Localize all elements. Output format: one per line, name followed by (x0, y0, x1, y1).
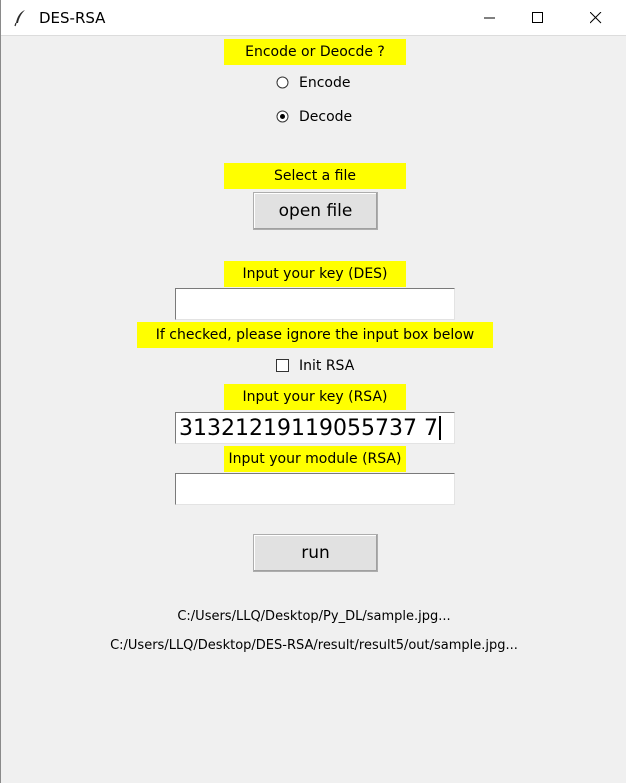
rsa-key-value: 31321219119055737 7 (179, 415, 441, 443)
radio-decode-label: Decode (299, 109, 353, 125)
app-window: DES-RSA Encode or Deocde ? Encode Decode… (0, 0, 626, 783)
maximize-button[interactable] (515, 0, 561, 36)
checkbox-unchecked-icon[interactable] (276, 359, 289, 372)
close-button[interactable] (573, 0, 619, 36)
des-key-label: Input your key (DES) (224, 261, 406, 287)
radio-checked-icon[interactable] (276, 110, 289, 123)
radio-encode[interactable]: Encode (276, 72, 376, 94)
radio-unchecked-icon[interactable] (276, 76, 289, 89)
des-key-input[interactable] (175, 288, 455, 320)
open-file-button[interactable]: open file (253, 192, 378, 230)
rsa-module-label: Input your module (RSA) (224, 446, 406, 472)
mode-prompt-label: Encode or Deocde ? (224, 39, 406, 65)
rsa-module-input[interactable] (175, 473, 455, 505)
input-path-text: C:/Users/LLQ/Desktop/Py_DL/sample.jpg... (177, 609, 451, 624)
radio-decode[interactable]: Decode (276, 106, 376, 128)
init-rsa-label: Init RSA (299, 358, 355, 374)
minimize-button[interactable] (467, 0, 513, 36)
minimize-icon (484, 17, 495, 19)
rsa-note-label: If checked, please ignore the input box … (137, 322, 493, 348)
init-rsa-checkbox[interactable]: Init RSA (276, 355, 386, 377)
rsa-key-input[interactable]: 31321219119055737 7 (175, 412, 455, 444)
output-path-text: C:/Users/LLQ/Desktop/DES-RSA/result/resu… (110, 638, 518, 653)
text-caret (438, 416, 441, 440)
rsa-key-label: Input your key (RSA) (224, 384, 406, 410)
title-bar[interactable]: DES-RSA (1, 0, 626, 36)
maximize-icon (532, 12, 543, 23)
window-title: DES-RSA (39, 9, 106, 27)
close-icon (590, 12, 602, 24)
file-prompt-label: Select a file (224, 163, 406, 189)
feather-icon (14, 10, 25, 27)
radio-encode-label: Encode (299, 75, 351, 91)
rsa-key-text: 31321219119055737 7 (179, 416, 438, 441)
run-button[interactable]: run (253, 534, 378, 572)
